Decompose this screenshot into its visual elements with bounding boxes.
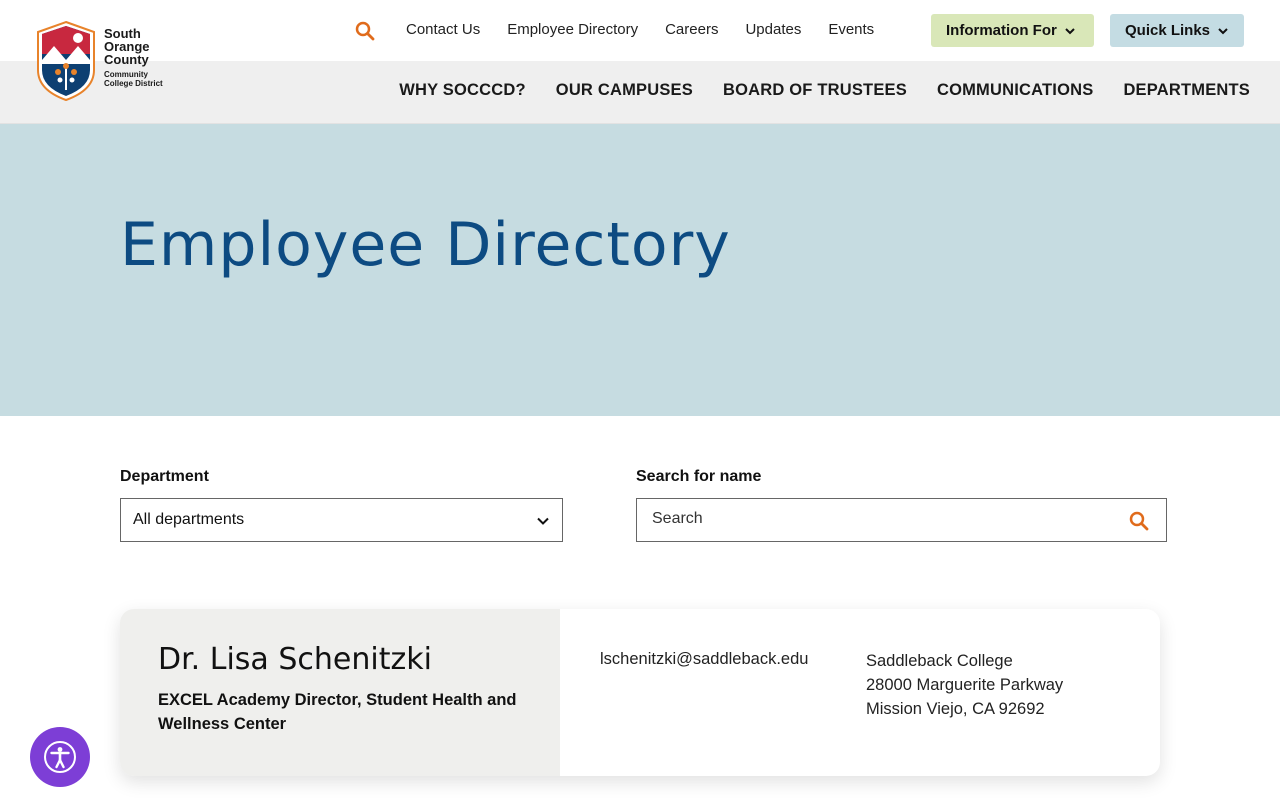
department-label: Department — [120, 468, 209, 485]
careers-link[interactable]: Careers — [665, 21, 718, 39]
updates-link[interactable]: Updates — [745, 21, 801, 39]
nav-communications[interactable]: COMMUNICATIONS — [937, 80, 1093, 100]
employee-address: Saddleback College 28000 Marguerite Park… — [866, 649, 1063, 721]
information-for-button[interactable]: Information For — [931, 14, 1094, 47]
district-logo[interactable]: South Orange County Community College Di… — [34, 20, 174, 104]
chevron-down-icon — [1065, 27, 1075, 34]
quick-links-label: Quick Links — [1125, 22, 1211, 39]
employee-card: Dr. Lisa Schenitzki EXCEL Academy Direct… — [120, 609, 1160, 776]
site-header: South Orange County Community College Di… — [0, 0, 1280, 124]
employee-name: Dr. Lisa Schenitzki — [158, 642, 432, 677]
accessibility-button[interactable] — [30, 727, 90, 787]
main-navigation: WHY SOCCCD? OUR CAMPUSES BOARD OF TRUSTE… — [369, 80, 1250, 100]
nav-our-campuses[interactable]: OUR CAMPUSES — [556, 80, 693, 100]
chevron-down-icon — [537, 517, 549, 525]
page-title: Employee Directory — [120, 210, 731, 280]
address-line: Saddleback College — [866, 652, 1013, 670]
department-select[interactable]: All departments — [120, 498, 563, 542]
search-name-label: Search for name — [636, 468, 762, 485]
nav-departments[interactable]: DEPARTMENTS — [1123, 80, 1250, 100]
search-icon[interactable] — [1129, 511, 1149, 531]
information-for-label: Information For — [946, 22, 1057, 39]
logo-line: Community — [104, 70, 148, 79]
accessibility-icon — [44, 741, 76, 773]
employee-title: EXCEL Academy Director, Student Health a… — [158, 691, 517, 733]
events-link[interactable]: Events — [828, 21, 874, 39]
logo-text: South Orange County Community College Di… — [104, 27, 163, 88]
department-selected-value: All departments — [133, 511, 245, 528]
contact-us-link[interactable]: Contact Us — [406, 21, 480, 39]
address-line: 28000 Marguerite Parkway — [866, 676, 1064, 694]
nav-why-socccd[interactable]: WHY SOCCCD? — [399, 80, 526, 100]
quick-links-button[interactable]: Quick Links — [1110, 14, 1244, 47]
address-line: Mission Viejo, CA 92692 — [866, 700, 1045, 718]
chevron-down-icon — [1218, 27, 1228, 34]
search-icon[interactable] — [355, 21, 375, 41]
logo-shield-icon — [37, 20, 95, 102]
logo-line: College District — [104, 79, 163, 88]
logo-line: County — [104, 52, 149, 67]
name-search-box — [636, 498, 1167, 542]
utility-links: Contact Us Employee Directory Careers Up… — [406, 21, 901, 39]
employee-email-link[interactable]: lschenitzki@saddleback.edu — [600, 650, 808, 669]
name-search-input[interactable] — [652, 507, 1122, 531]
nav-board-of-trustees[interactable]: BOARD OF TRUSTEES — [723, 80, 907, 100]
employee-directory-link[interactable]: Employee Directory — [507, 21, 638, 39]
